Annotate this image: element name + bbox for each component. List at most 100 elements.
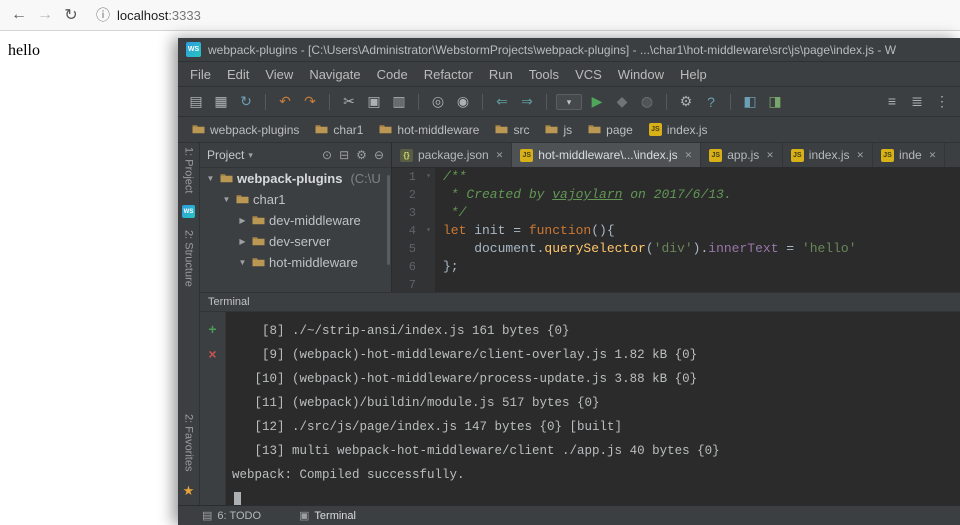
browser-forward-icon[interactable]: → <box>32 6 58 24</box>
tree-item-webpack-plugins[interactable]: ▼ webpack-plugins (C:\U <box>200 168 391 189</box>
ide-main-row: Project ▾ ⊙ ⊟ ⚙ ⊖ ▼ webpack-plugins (C:\U ▼ ch… <box>200 143 960 292</box>
sync-icon[interactable]: ↻ <box>236 93 256 110</box>
chevron-right-icon[interactable]: ▶ <box>237 237 248 246</box>
replace-icon[interactable]: ◉ <box>453 93 473 110</box>
nav-back-icon[interactable]: ⇐ <box>492 93 512 110</box>
find-icon[interactable]: ◎ <box>428 93 448 110</box>
list-view-icon[interactable]: ≡ <box>882 93 902 110</box>
chevron-down-icon[interactable]: ▼ <box>237 258 248 267</box>
code-editor[interactable]: 1 ▾ /** 2 * Created by vajoylarn on 2017/6/… <box>392 168 960 292</box>
detail-view-icon[interactable]: ≣ <box>907 93 927 110</box>
js-file-icon: JS <box>648 123 662 136</box>
nav-forward-icon[interactable]: ⇒ <box>517 93 537 110</box>
line-number: 7 <box>408 278 416 292</box>
save-all-icon[interactable]: ▦ <box>211 93 231 110</box>
tree-item-hot-middleware[interactable]: ▼ hot-middleware <box>200 252 391 273</box>
menu-item-window[interactable]: Window <box>610 67 672 82</box>
collapse-all-icon[interactable]: ⊟ <box>339 148 349 162</box>
code-token: */ <box>443 205 467 220</box>
more-options-icon[interactable]: ⋮ <box>932 93 952 110</box>
close-tab-icon[interactable]: ✕ <box>856 150 864 161</box>
stripe-project-button[interactable]: 1: Project <box>183 147 195 193</box>
ide-body: 1: Project WS 2: Structure 2: Favorites … <box>178 143 960 505</box>
terminal-output[interactable]: [8] ./~/strip-ansi/index.js 161 bytes {0… <box>226 312 960 505</box>
editor-tab-package-json[interactable]: {} package.json ✕ <box>392 143 513 167</box>
run-config-dropdown[interactable]: ▾ <box>556 93 582 110</box>
breadcrumb-item-hot-middleware[interactable]: hot-middleware <box>379 123 479 137</box>
menu-item-run[interactable]: Run <box>481 67 521 82</box>
browser-refresh-icon[interactable]: ↻ <box>58 5 84 25</box>
hide-panel-icon[interactable]: ⊖ <box>374 148 384 162</box>
redo-icon[interactable]: ↷ <box>300 93 320 110</box>
menu-item-help[interactable]: Help <box>672 67 715 82</box>
chevron-down-icon[interactable]: ▼ <box>221 195 232 204</box>
breadcrumb-item-index-js[interactable]: JS index.js <box>648 123 708 137</box>
statusbar-6-todo[interactable]: ▤ 6: TODO <box>202 509 261 523</box>
favorites-star-icon[interactable]: ★ <box>183 483 195 499</box>
line-number: 2 <box>408 188 416 202</box>
fold-marker-icon[interactable]: ▾ <box>422 168 435 186</box>
cut-icon[interactable]: ✂ <box>339 93 359 110</box>
breadcrumb-item-src[interactable]: src <box>495 123 529 137</box>
chevron-right-icon[interactable]: ▶ <box>237 216 248 225</box>
folder-icon <box>252 213 265 228</box>
menu-item-view[interactable]: View <box>257 67 301 82</box>
menu-item-code[interactable]: Code <box>369 67 416 82</box>
menu-item-tools[interactable]: Tools <box>521 67 567 82</box>
editor-tab-index-js[interactable]: JS index.js ✕ <box>783 143 874 167</box>
page-info-icon[interactable]: ⓘ <box>96 5 110 25</box>
project-tree-scrollbar[interactable] <box>387 175 390 265</box>
help-icon[interactable]: ? <box>701 94 721 110</box>
address-bar[interactable]: ⓘ localhost:3333 <box>96 5 201 25</box>
breadcrumb-item-js[interactable]: js <box>545 123 572 137</box>
breadcrumb-item-char1[interactable]: char1 <box>315 123 363 137</box>
editor-tab-app-js[interactable]: JS app.js ✕ <box>701 143 783 167</box>
undo-icon[interactable]: ↶ <box>275 93 295 110</box>
run-icon[interactable]: ▶ <box>587 93 607 110</box>
fold-marker-icon[interactable]: ▾ <box>422 222 435 240</box>
coverage-icon[interactable]: ◍ <box>637 93 657 110</box>
menu-item-refactor[interactable]: Refactor <box>416 67 481 82</box>
breadcrumb-item-webpack-plugins[interactable]: webpack-plugins <box>192 123 299 137</box>
statusbar-terminal[interactable]: ▣ Terminal <box>299 509 356 523</box>
project-structure-icon[interactable]: ◧ <box>740 93 760 110</box>
settings-gear-icon[interactable]: ⚙ <box>356 148 367 162</box>
project-panel-title[interactable]: Project <box>207 148 244 162</box>
menu-item-navigate[interactable]: Navigate <box>301 67 368 82</box>
browser-back-icon[interactable]: ← <box>6 6 32 24</box>
ide-titlebar[interactable]: WS webpack-plugins - [C:\Users\Administr… <box>178 38 960 62</box>
locate-file-icon[interactable]: ⊙ <box>322 148 332 162</box>
menu-item-edit[interactable]: Edit <box>219 67 257 82</box>
modules-icon[interactable]: ◨ <box>765 93 785 110</box>
menu-item-vcs[interactable]: VCS <box>567 67 610 82</box>
menu-item-file[interactable]: File <box>182 67 219 82</box>
close-tab-icon[interactable]: ✕ <box>685 150 693 161</box>
terminal-panel-header[interactable]: Terminal <box>200 292 960 312</box>
editor-tab-inde[interactable]: JS inde ✕ <box>873 143 946 167</box>
add-session-icon[interactable]: + <box>208 322 216 336</box>
breadcrumb-item-page[interactable]: page <box>588 123 633 137</box>
tree-item-dev-server[interactable]: ▶ dev-server <box>200 231 391 252</box>
chevron-down-icon[interactable]: ▾ <box>248 150 253 161</box>
copy-icon[interactable]: ▣ <box>364 93 384 110</box>
settings-wrench-icon[interactable]: ⚙ <box>676 93 696 110</box>
close-tab-icon[interactable]: ✕ <box>496 150 504 161</box>
open-project-icon[interactable]: ▤ <box>186 93 206 110</box>
chevron-down-icon[interactable]: ▼ <box>205 174 216 183</box>
line-number: 1 <box>408 170 416 184</box>
tree-item-char1[interactable]: ▼ char1 <box>200 189 391 210</box>
stripe-structure-button[interactable]: 2: Structure <box>183 230 195 287</box>
code-token: (){ <box>591 223 615 238</box>
close-session-icon[interactable]: × <box>208 347 216 361</box>
tree-item-dev-middleware[interactable]: ▶ dev-middleware <box>200 210 391 231</box>
close-tab-icon[interactable]: ✕ <box>766 150 774 161</box>
editor-tab-label: app.js <box>727 148 760 162</box>
code-token: on 2017/6/13. <box>622 187 732 202</box>
close-tab-icon[interactable]: ✕ <box>929 150 937 161</box>
ide-title-text: webpack-plugins - [C:\Users\Administrato… <box>208 42 897 57</box>
debug-icon[interactable]: ◆ <box>612 93 632 110</box>
paste-icon[interactable]: ▥ <box>389 93 409 110</box>
terminal-body: + × [8] ./~/strip-ansi/index.js 161 bytes… <box>200 312 960 505</box>
stripe-favorites-button[interactable]: 2: Favorites <box>183 414 195 471</box>
editor-tab-hot-middleware-index-js[interactable]: JS hot-middleware\...\index.js ✕ <box>512 143 702 167</box>
